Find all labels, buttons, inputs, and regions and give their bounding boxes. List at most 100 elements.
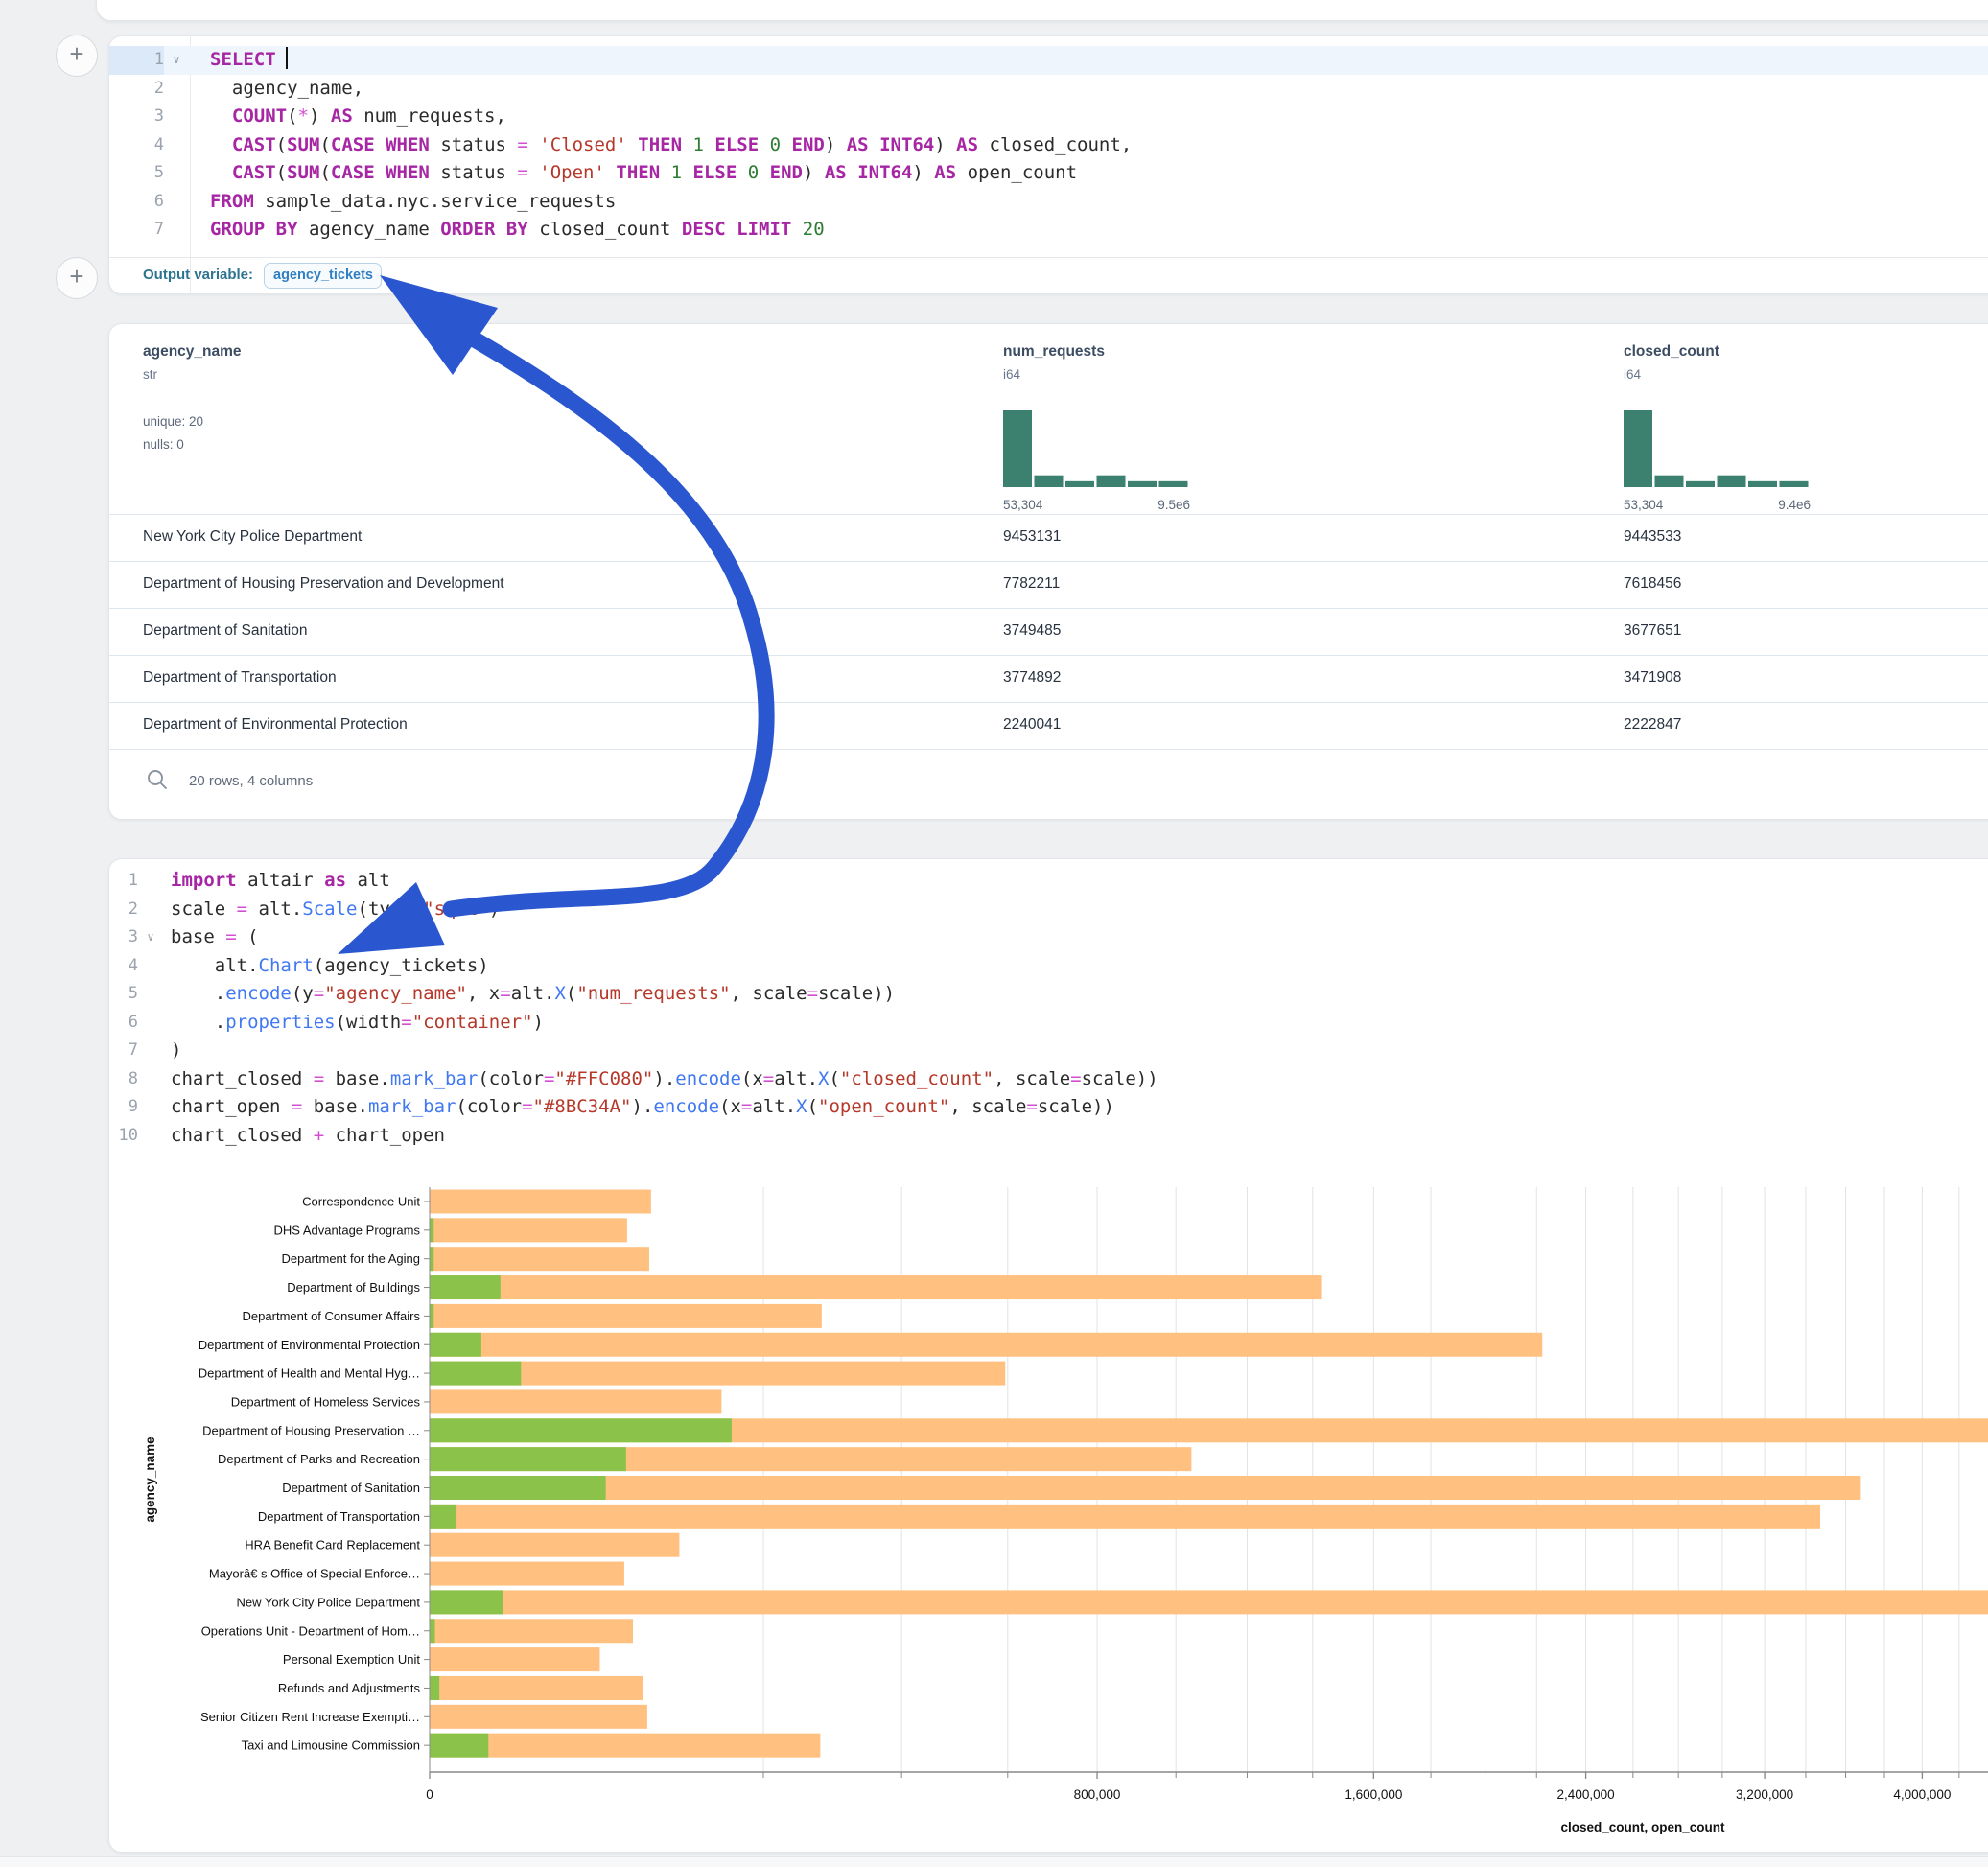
bar-open_count <box>430 1418 732 1442</box>
bar-open_count <box>430 1676 439 1700</box>
bar-closed_count <box>430 1533 679 1557</box>
add-cell-button-top[interactable]: + <box>56 35 98 77</box>
table-row[interactable]: Department of Sanitation37494853677651 <box>109 608 1988 656</box>
y-tick-label: Senior Citizen Rent Increase Exempti… <box>200 1710 420 1724</box>
column-header-num_requests[interactable]: num_requestsi6453,3049.5e6 <box>1003 343 1190 512</box>
code-line[interactable]: 2scale = alt.Scale(type="sqrt") <box>109 896 1988 924</box>
line-number: 5 <box>109 980 138 1009</box>
fold-spacer <box>138 952 163 981</box>
chevron-down-icon[interactable]: ∨ <box>164 46 189 75</box>
bar-closed_count <box>430 1190 651 1214</box>
line-number: 3 <box>109 923 138 952</box>
bar-closed_count <box>430 1275 1322 1299</box>
code-line[interactable]: 3 COUNT(*) AS num_requests, <box>109 103 1988 131</box>
search-icon[interactable] <box>146 768 171 793</box>
plus-icon: + <box>69 262 83 291</box>
cell-num-requests: 3749485 <box>1003 622 1061 640</box>
text-cursor <box>286 47 288 69</box>
column-name: agency_name <box>143 343 242 361</box>
y-tick-label: Taxi and Limousine Commission <box>242 1739 420 1753</box>
cell-agency-name: Department of Environmental Protection <box>143 716 408 734</box>
column-dtype: str <box>143 367 242 382</box>
hist-max-label: 9.4e6 <box>1778 498 1811 512</box>
x-tick-label: 3,200,000 <box>1736 1787 1793 1802</box>
code-line[interactable]: 4 CAST(SUM(CASE WHEN status = 'Closed' T… <box>109 131 1988 160</box>
bar-open_count <box>430 1218 433 1242</box>
cell-agency-name: Department of Housing Preservation and D… <box>143 575 504 593</box>
code-text: CAST(SUM(CASE WHEN status = 'Closed' THE… <box>189 131 1988 160</box>
bar-closed_count <box>430 1218 627 1242</box>
code-text: .encode(y="agency_name", x=alt.X("num_re… <box>163 980 1988 1009</box>
bar-open_count <box>430 1247 433 1271</box>
code-line[interactable]: 6FROM sample_data.nyc.service_requests <box>109 188 1988 217</box>
cell-num-requests: 2240041 <box>1003 716 1061 734</box>
code-text: .properties(width="container") <box>163 1009 1988 1038</box>
hist-max-label: 9.5e6 <box>1158 498 1190 512</box>
table-row[interactable]: New York City Police Department945313194… <box>109 514 1988 562</box>
code-text: agency_name, <box>189 75 1988 104</box>
column-header-closed_count[interactable]: closed_counti6453,3049.4e6 <box>1624 343 1811 512</box>
code-text: import altair as alt <box>163 867 1988 896</box>
fold-spacer <box>164 131 189 160</box>
table-row-count: 20 rows, 4 columns <box>189 773 313 789</box>
output-variable-label: Output variable: <box>143 267 253 283</box>
cell-agency-name: Department of Transportation <box>143 669 337 687</box>
sql-editor[interactable]: 1∨SELECT2 agency_name,3 COUNT(*) AS num_… <box>109 46 1988 245</box>
code-line[interactable]: 2 agency_name, <box>109 75 1988 104</box>
bar-closed_count <box>430 1333 1542 1357</box>
code-text: SELECT <box>189 46 1988 75</box>
code-text: COUNT(*) AS num_requests, <box>189 103 1988 131</box>
x-tick-label: 4,000,000 <box>1893 1787 1951 1802</box>
fold-spacer <box>138 896 163 924</box>
code-line[interactable]: 3∨base = ( <box>109 923 1988 952</box>
code-line[interactable]: 7) <box>109 1037 1988 1065</box>
y-axis-title: agency_name <box>143 1436 157 1523</box>
cell-num-requests: 9453131 <box>1003 528 1061 546</box>
cell-closed-count: 3677651 <box>1624 622 1681 640</box>
cell-closed-count: 9443533 <box>1624 528 1681 546</box>
code-line[interactable]: 6 .properties(width="container") <box>109 1009 1988 1038</box>
column-header-agency_name[interactable]: agency_namestrunique: 20nulls: 0 <box>143 343 242 456</box>
code-text: ) <box>163 1037 1988 1065</box>
bar-closed_count <box>430 1389 721 1413</box>
code-line[interactable]: 1import altair as alt <box>109 867 1988 896</box>
output-variable-pill[interactable]: agency_tickets <box>264 263 382 289</box>
line-number: 5 <box>109 159 164 188</box>
y-tick-label: Department of Environmental Protection <box>199 1338 420 1352</box>
code-line[interactable]: 8chart_closed = base.mark_bar(color="#FF… <box>109 1065 1988 1094</box>
code-line[interactable]: 4 alt.Chart(agency_tickets) <box>109 952 1988 981</box>
table-row[interactable]: Department of Housing Preservation and D… <box>109 561 1988 609</box>
code-line[interactable]: 5 CAST(SUM(CASE WHEN status = 'Open' THE… <box>109 159 1988 188</box>
y-tick-label: Department of Buildings <box>287 1280 420 1295</box>
x-tick-label: 1,600,000 <box>1345 1787 1402 1802</box>
table-footer: 20 rows, 4 columns <box>109 749 1988 819</box>
code-text: chart_open = base.mark_bar(color="#8BC34… <box>163 1093 1988 1122</box>
code-text: base = ( <box>163 923 1988 952</box>
code-line[interactable]: 9chart_open = base.mark_bar(color="#8BC3… <box>109 1093 1988 1122</box>
code-line[interactable]: 1∨SELECT <box>109 46 1988 75</box>
x-tick-label: 2,400,000 <box>1557 1787 1615 1802</box>
fold-spacer <box>138 1037 163 1065</box>
hist-min-label: 53,304 <box>1624 498 1663 512</box>
table-row[interactable]: Department of Transportation377489234719… <box>109 655 1988 703</box>
add-cell-button-middle[interactable]: + <box>56 257 98 299</box>
y-tick-label: Department of Parks and Recreation <box>218 1452 420 1466</box>
column-name: num_requests <box>1003 343 1190 361</box>
code-line[interactable]: 10chart_closed + chart_open <box>109 1122 1988 1151</box>
bar-closed_count <box>430 1619 633 1643</box>
sql-cell: 1∨SELECT2 agency_name,3 COUNT(*) AS num_… <box>108 35 1988 294</box>
chevron-down-icon[interactable]: ∨ <box>138 923 163 952</box>
code-text: chart_closed + chart_open <box>163 1122 1988 1151</box>
line-number: 6 <box>109 1009 138 1038</box>
code-line[interactable]: 5 .encode(y="agency_name", x=alt.X("num_… <box>109 980 1988 1009</box>
line-number: 7 <box>109 216 164 245</box>
line-number: 4 <box>109 952 138 981</box>
y-tick-label: Correspondence Unit <box>302 1195 420 1209</box>
code-line[interactable]: 7GROUP BY agency_name ORDER BY closed_co… <box>109 216 1988 245</box>
table-row[interactable]: Department of Environmental Protection 22… <box>109 702 1988 750</box>
y-tick-label: Personal Exemption Unit <box>283 1652 420 1667</box>
bar-open_count <box>430 1304 433 1328</box>
bar-closed_count <box>430 1705 647 1729</box>
code-text: alt.Chart(agency_tickets) <box>163 952 1988 981</box>
python-editor[interactable]: 1import altair as alt2scale = alt.Scale(… <box>109 867 1988 1150</box>
